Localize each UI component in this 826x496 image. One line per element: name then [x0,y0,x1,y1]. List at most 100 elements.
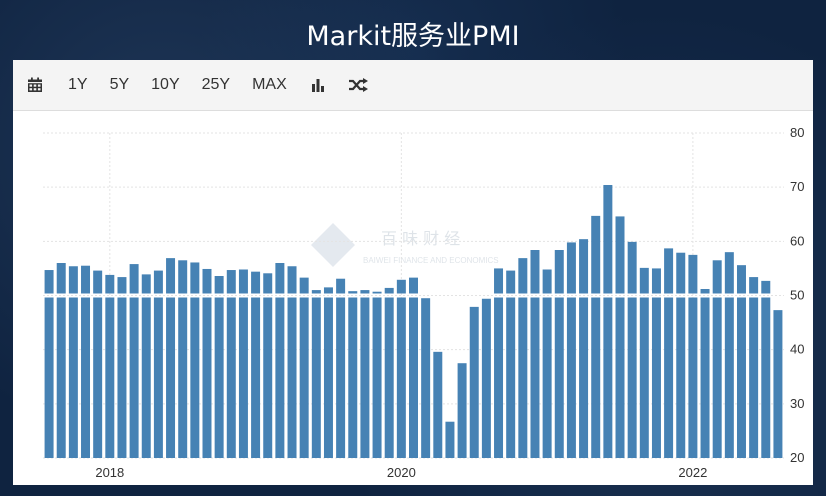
bar-upper [627,241,637,294]
bar-upper [603,185,613,294]
bar-lower [712,297,722,458]
bar-lower [396,297,406,458]
bar-upper [639,267,649,294]
bar-upper [688,254,698,294]
y-tick-label: 80 [790,125,804,140]
bar-upper [287,266,297,294]
bar-lower [761,297,771,458]
bar-upper [724,252,734,294]
bar-upper [202,268,212,294]
bar-upper [93,270,103,294]
y-tick-label: 70 [790,179,804,194]
bar-upper [554,250,564,294]
bar-upper [749,277,759,294]
bar [469,306,479,458]
bar [481,298,491,458]
watermark-text-en: BAIWEI FINANCE AND ECONOMICS [363,256,499,265]
bar-lower [93,297,103,458]
bar-upper [178,260,188,294]
bar-lower [651,297,661,458]
bar-upper [384,287,394,294]
bar-lower [68,297,78,458]
bar-upper [251,271,261,294]
range-5y-button[interactable]: 5Y [99,60,141,110]
bar-upper [129,264,139,294]
x-tick-label: 2022 [678,465,707,480]
range-10y-button[interactable]: 10Y [140,60,190,110]
bar-upper [311,290,321,294]
bar-lower [494,297,504,458]
bar-lower [736,297,746,458]
bar-upper [566,242,576,294]
bar-upper [214,276,224,294]
bar [457,363,467,458]
bar-lower [518,297,528,458]
bar-upper [68,266,78,294]
bar-upper [323,287,333,294]
bar-lower [323,297,333,458]
bar-lower [360,297,370,458]
range-1y-button[interactable]: 1Y [57,60,99,110]
bar-upper [651,268,661,294]
bar-lower [348,297,358,458]
x-tick-label: 2020 [387,465,416,480]
bar-lower [506,297,516,458]
bar-upper [81,265,91,294]
bar-upper [360,290,370,294]
bar-lower [275,297,285,458]
bar-lower [688,297,698,458]
range-25y-button[interactable]: 25Y [191,60,241,110]
bar-lower [214,297,224,458]
bar-upper [56,263,66,294]
shuffle-icon[interactable] [338,60,378,110]
range-max-button[interactable]: MAX [241,60,298,110]
bar-lower [700,297,710,458]
bar-lower [190,297,200,458]
y-tick-label: 40 [790,342,804,357]
watermark-logo [311,223,355,267]
y-tick-label: 30 [790,396,804,411]
bar-upper [396,279,406,294]
bar-upper [348,291,358,294]
y-tick-label: 60 [790,233,804,248]
y-tick-label: 20 [790,450,804,465]
bar-lower [554,297,564,458]
bar-upper [591,215,601,294]
bar-upper [736,265,746,294]
bar-lower [639,297,649,458]
bar-lower [724,297,734,458]
bar-upper [238,269,248,294]
bar-lower [530,297,540,458]
bar-upper [166,258,176,294]
bar-upper [530,250,540,294]
bar-upper [494,268,504,294]
bar-upper [275,263,285,294]
bar-upper [409,277,418,294]
bar-lower [226,297,236,458]
bar-upper [700,289,710,294]
bar-upper [506,270,516,294]
bar-lower [56,297,66,458]
watermark: 百 味 财 经 BAIWEI FINANCE AND ECONOMICS [311,223,499,267]
bar-upper [336,278,346,294]
bar-upper [263,273,273,294]
bar-upper [712,260,722,294]
bar-lower [238,297,248,458]
bar-upper [615,216,625,294]
bar-lower [664,297,674,458]
bar-chart-icon[interactable] [298,60,338,110]
bar-lower [263,297,273,458]
bar-upper [372,291,382,294]
bar-lower [178,297,188,458]
watermark-text-cn: 百 味 财 经 [381,229,460,248]
bar-upper [299,277,309,294]
bar-lower [542,297,552,458]
bar-upper [105,274,115,294]
calendar-icon[interactable] [13,60,57,110]
bar [445,421,455,458]
bar [433,351,443,458]
bar-upper [226,270,236,294]
bar-lower [627,297,637,458]
bar-upper [190,262,200,294]
bar-lower [566,297,576,458]
